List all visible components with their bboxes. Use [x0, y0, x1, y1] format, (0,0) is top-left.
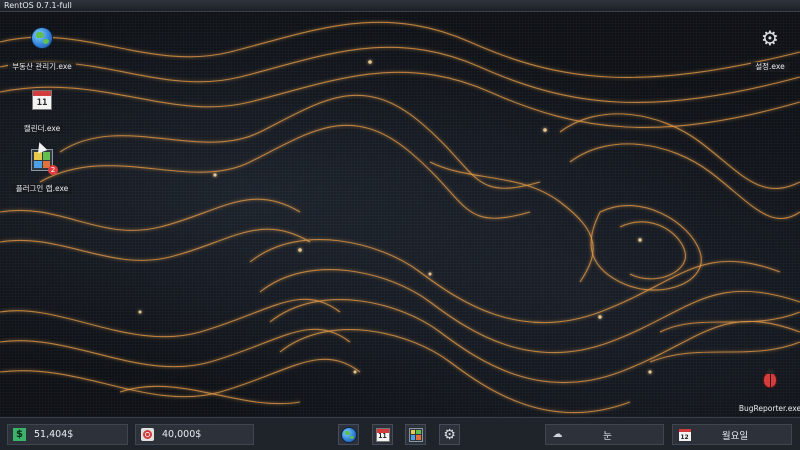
- desktop: 부동산 관리기.exe 11 캘린더.exe 2 플러그인 랩.exe ⚙ 설정…: [0, 12, 800, 417]
- globe-icon: [30, 26, 54, 50]
- snow-cloud-icon: ☁: [552, 429, 563, 440]
- target-icon: [141, 428, 154, 441]
- calendar-icon: 11: [30, 88, 54, 112]
- desktop-icon-label: BugReporter.exe: [734, 404, 800, 414]
- gear-icon: ⚙: [443, 426, 456, 443]
- wallpaper: [0, 21, 800, 414]
- desktop-icon-label: 설정.exe: [751, 62, 789, 72]
- taskbar-app-property-manager[interactable]: [338, 424, 359, 445]
- weather-display: ☁ 눈: [545, 424, 664, 445]
- desktop-icon-label: 캘린더.exe: [19, 124, 65, 134]
- day-value: 월요일: [721, 430, 749, 442]
- goal-display: 40,000$: [135, 424, 254, 445]
- calendar-icon: 12: [678, 428, 691, 441]
- taskbar-app-plugin-lab[interactable]: [405, 424, 426, 445]
- notification-badge: 2: [48, 165, 58, 175]
- bug-icon: [758, 368, 782, 392]
- desktop-icon-label: 플러그인 랩.exe: [11, 184, 73, 194]
- desktop-icon-settings[interactable]: ⚙ 설정.exe: [730, 26, 800, 73]
- plugin-icon: [408, 427, 423, 442]
- desktop-icon-calendar[interactable]: 11 캘린더.exe: [2, 88, 82, 135]
- desktop-icon-bug-reporter[interactable]: BugReporter.exe: [730, 368, 800, 415]
- desktop-icon-property-manager[interactable]: 부동산 관리기.exe: [2, 26, 82, 73]
- taskbar-app-settings[interactable]: ⚙: [439, 424, 460, 445]
- day-display: 12 월요일: [672, 424, 792, 445]
- taskbar: $ 51,404$ 40,000$ 11 ⚙ ☁ 눈 12 월요일: [0, 417, 800, 450]
- gear-icon: ⚙: [761, 26, 779, 50]
- weather-value: 눈: [603, 430, 612, 442]
- window-title: RentOS 0.7.1-full: [0, 0, 800, 12]
- balance-value: 51,404$: [34, 429, 74, 440]
- desktop-icon-label: 부동산 관리기.exe: [8, 62, 76, 72]
- money-icon: $: [13, 428, 26, 441]
- taskbar-app-calendar[interactable]: 11: [372, 424, 393, 445]
- balance-display: $ 51,404$: [7, 424, 128, 445]
- goal-value: 40,000$: [162, 429, 202, 440]
- desktop-icon-plugin-lab[interactable]: 2 플러그인 랩.exe: [2, 148, 82, 195]
- globe-icon: [341, 427, 356, 442]
- calendar-icon: 11: [375, 427, 390, 442]
